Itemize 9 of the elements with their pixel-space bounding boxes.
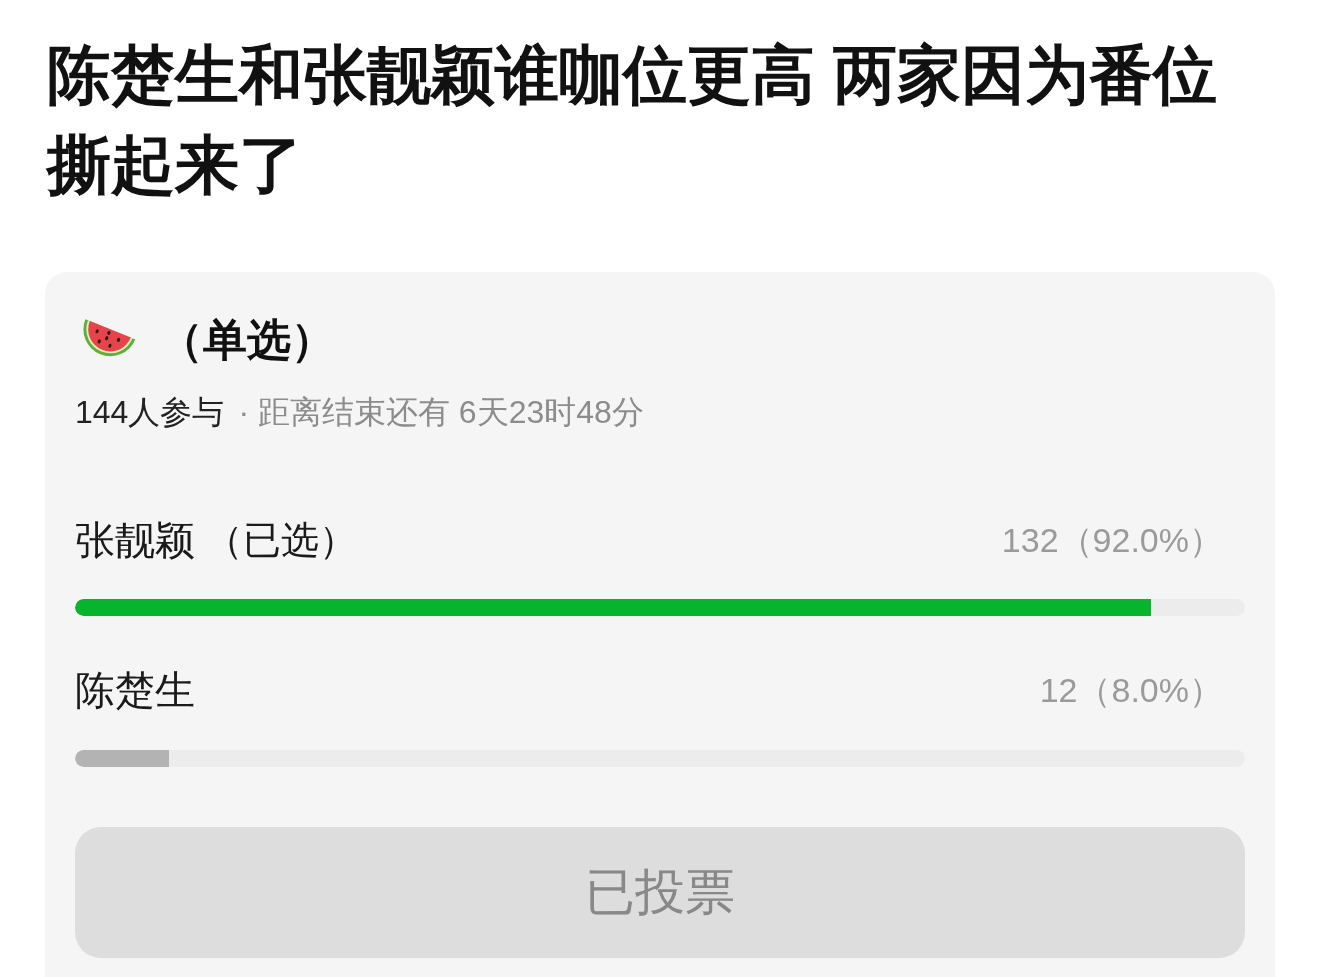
post-title: 陈楚生和张靓颖谁咖位更高 两家因为番位撕起来了 [47,38,1218,203]
participant-count: 144人参与 [75,393,225,432]
vote-result: 132（92.0%） [1001,520,1223,561]
poll-mode: （单选） [159,314,335,366]
option-label: 张靓颖 [75,517,195,564]
time-remaining: · 距离结束还有 6天23时48分 [238,393,644,432]
vote-result: 12（8.0%） [1039,670,1223,711]
selected-tag: （已选） [205,512,357,568]
option-label: 陈楚生 [75,667,195,714]
